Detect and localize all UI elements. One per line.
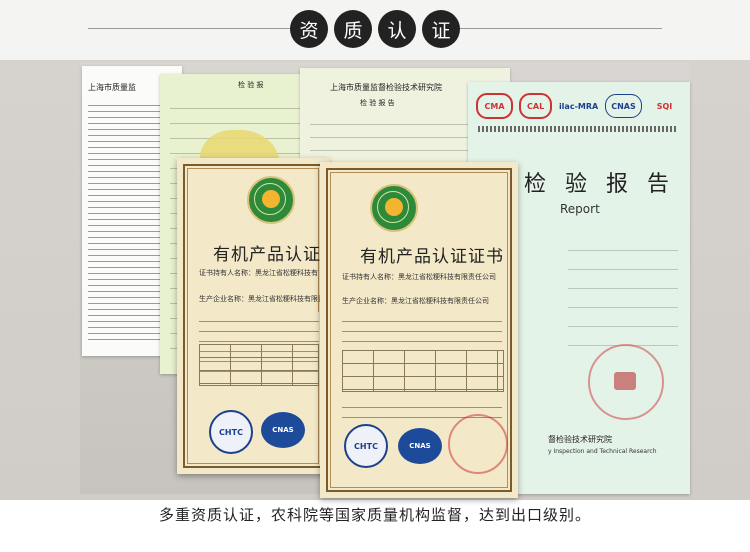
- organic-emblem-icon: [247, 176, 295, 224]
- doc-left-title: 上海市质量监: [88, 83, 136, 92]
- title-char-2: 质: [334, 10, 372, 48]
- caption-text: 多重资质认证，农科院等国家质量机构监督，达到出口级别。: [158, 506, 591, 524]
- cert-front-table: [342, 350, 504, 392]
- cert-back-title: 有机产品认证: [213, 245, 321, 265]
- doc-green-title: 检 验 报: [238, 81, 264, 89]
- cert-back-holder: 证书持有人名称：黑龙江省松粳科技有: [199, 269, 318, 277]
- red-seal-stamp: [588, 344, 664, 420]
- section-header: 资 质 认 证: [0, 10, 750, 48]
- cert-front-holder: 证书持有人名称：黑龙江省松粳科技有限责任公司: [342, 273, 496, 281]
- doc-report-text-lines: [568, 232, 678, 352]
- doc-top-title: 上海市质量监督检验技术研究院: [330, 83, 442, 92]
- organic-emblem-icon: [370, 184, 418, 232]
- doc-top-subtitle: 检 验 报 告: [360, 99, 395, 107]
- red-seal-stamp: [448, 414, 508, 474]
- cnas-logo: CNAS: [604, 94, 642, 118]
- title-char-3: 认: [378, 10, 416, 48]
- cert-front-producer: 生产企业名称：黑龙江省松粳科技有限责任公司: [342, 297, 489, 305]
- sqi-logo: SQI: [656, 101, 673, 111]
- report-title-en: Report: [560, 202, 600, 216]
- cert-front-text-lines: [342, 312, 502, 342]
- doc-report-id-lines: [478, 126, 678, 132]
- cma-logo: CMA: [476, 93, 514, 119]
- title-char-4: 证: [422, 10, 460, 48]
- cert-front-title: 有机产品认证证书: [360, 247, 504, 267]
- organic-certificate-front: 有机产品认证证书 证书持有人名称：黑龙江省松粳科技有限责任公司 生产企业名称：黑…: [320, 162, 518, 498]
- cert-back-producer: 生产企业名称：黑龙江省松粳科技有限责: [199, 295, 325, 303]
- ilac-mra-logo: ilac-MRA: [558, 101, 599, 111]
- institute-name: 督检验技术研究院: [548, 435, 612, 444]
- chtc-badge: CHTC: [209, 410, 253, 454]
- cert-back-table: [199, 344, 319, 386]
- report-title: 检 验 报 告: [524, 172, 675, 197]
- title-char-1: 资: [290, 10, 328, 48]
- cnas-badge: CNAS: [261, 412, 305, 448]
- organic-certificate-back: 有机产品认证 证书持有人名称：黑龙江省松粳科技有 生产企业名称：黑龙江省松粳科技…: [177, 158, 329, 474]
- institute-name-en: y Inspection and Technical Research: [548, 448, 657, 455]
- chtc-badge: CHTC: [344, 424, 388, 468]
- cnas-badge: CNAS: [398, 428, 442, 464]
- accreditation-logos: CMA CAL ilac-MRA CNAS SQI: [476, 92, 681, 120]
- cal-logo: CAL: [519, 93, 553, 119]
